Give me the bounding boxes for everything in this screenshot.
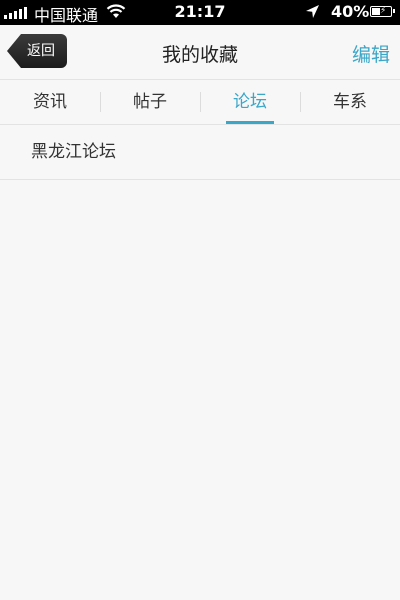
tab-car-series[interactable]: 车系 [300,80,400,124]
tab-bar: 资讯 帖子 论坛 车系 [0,79,400,125]
tab-news[interactable]: 资讯 [0,80,100,124]
battery-icon: ⚡ [370,6,395,17]
favorites-list: 黑龙江论坛 [0,125,400,180]
edit-button[interactable]: 编辑 [352,40,390,67]
status-bar: 中国联通 21:17 40% ⚡ [0,0,400,25]
page-title: 我的收藏 [161,44,238,66]
list-item[interactable]: 黑龙江论坛 [0,125,400,180]
tab-posts[interactable]: 帖子 [100,80,200,124]
tab-forums[interactable]: 论坛 [200,80,300,124]
location-arrow-icon [305,4,320,23]
battery-percent: 40% [331,2,370,21]
navigation-bar: 返回 我的收藏 编辑 [0,25,400,79]
